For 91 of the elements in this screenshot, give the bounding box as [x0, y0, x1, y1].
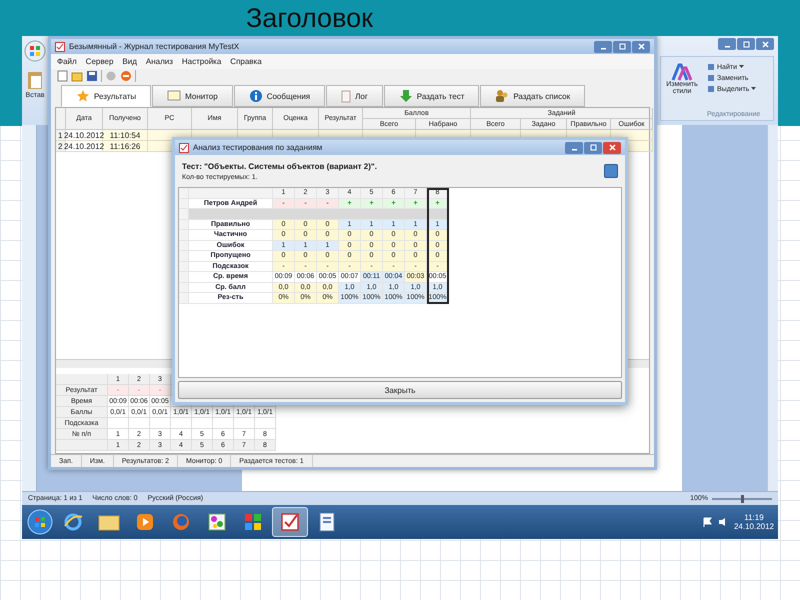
folder-icon [98, 513, 120, 531]
slide-title: Заголовок [246, 3, 373, 33]
maximize-button[interactable] [584, 142, 602, 154]
tab[interactable]: Лог [326, 85, 383, 107]
globe-icon [171, 512, 191, 532]
stop-icon[interactable] [120, 70, 132, 82]
caret-icon [751, 87, 756, 91]
close-icon [608, 144, 616, 151]
maximize-button[interactable] [613, 40, 631, 52]
menu-item[interactable]: Сервер [86, 57, 114, 66]
document-icon [318, 512, 336, 532]
window-title: Безымянный - Журнал тестирования MyTestX [69, 42, 240, 51]
row-marker[interactable] [179, 230, 189, 240]
close-icon [638, 43, 644, 50]
people-icon [495, 89, 510, 103]
close-icon [762, 40, 768, 48]
row-marker[interactable] [179, 293, 189, 304]
maximize-icon [742, 40, 750, 48]
monitor-icon [167, 90, 182, 102]
menu-item[interactable]: Анализ [146, 57, 173, 66]
dialog-title: Анализ тестирования по заданиям [193, 143, 324, 152]
square-icon [707, 63, 715, 71]
speaker-icon[interactable] [718, 517, 728, 527]
table-cell: 24.10.2012 [66, 141, 103, 152]
tab[interactable]: Сообщения [234, 85, 326, 107]
tab[interactable]: Монитор [152, 85, 233, 107]
scrollbar[interactable] [767, 125, 778, 491]
row-marker[interactable] [179, 262, 189, 272]
app-icon [179, 142, 189, 152]
down-arrow-icon [398, 89, 413, 103]
table-cell [56, 440, 108, 451]
test-name: Тест: "Объекты. Системы объектов (вариант 2)". [182, 162, 378, 170]
table-cell: 11:16:26 [103, 141, 148, 152]
palette-icon [207, 512, 227, 532]
play-icon [135, 512, 155, 532]
clock[interactable]: 11:19 24.10.2012 [734, 513, 774, 531]
star-icon [76, 89, 90, 103]
tab[interactable]: Раздать список [480, 85, 586, 107]
caret-icon [738, 65, 744, 69]
close-button[interactable] [756, 38, 774, 50]
browser-icon [63, 512, 83, 532]
flag-icon[interactable] [702, 517, 712, 527]
table-cell [192, 418, 213, 429]
row-marker[interactable] [179, 240, 189, 251]
taskbar-button[interactable] [272, 507, 308, 537]
square-icon [707, 74, 715, 82]
minimize-button[interactable] [565, 142, 583, 154]
table-cell: 24.10.2012 [66, 130, 103, 141]
close-button[interactable] [603, 142, 621, 154]
tiles-icon [243, 512, 263, 532]
tab[interactable]: Раздать тест [384, 85, 480, 107]
menu-item[interactable]: Справка [230, 57, 262, 66]
table-cell [108, 418, 129, 429]
slider-thumb[interactable] [741, 494, 744, 502]
export-button[interactable] [604, 164, 618, 178]
info-icon [248, 89, 263, 103]
maximize-icon [618, 43, 626, 50]
table-cell [150, 418, 171, 429]
row-marker[interactable] [179, 209, 189, 220]
tab[interactable]: Результаты [61, 85, 152, 107]
maximize-button[interactable] [737, 38, 755, 50]
clipboard-icon [26, 70, 43, 90]
minimize-button[interactable] [594, 40, 612, 52]
office-button[interactable] [24, 40, 46, 62]
row-marker[interactable] [179, 198, 189, 209]
menu-item[interactable]: Вид [122, 57, 137, 66]
row-marker[interactable] [179, 282, 189, 293]
start-button[interactable] [26, 508, 54, 536]
table-cell [171, 418, 192, 429]
menu-item[interactable]: Файл [57, 57, 77, 66]
table-cell [213, 418, 234, 429]
square-icon [707, 85, 715, 93]
checkmark-icon [280, 512, 300, 532]
new-file-icon[interactable] [57, 70, 68, 82]
close-button[interactable]: Закрыть [178, 381, 622, 399]
maximize-icon [590, 144, 596, 151]
save-icon[interactable] [86, 70, 98, 82]
table-cell [234, 418, 255, 429]
row-marker[interactable] [179, 220, 189, 230]
table-cell [129, 418, 150, 429]
table-cell [255, 418, 276, 429]
minimize-button[interactable] [718, 38, 736, 50]
page-icon [341, 90, 352, 102]
row-marker[interactable] [179, 251, 189, 262]
row-marker[interactable] [179, 272, 189, 282]
menu-item[interactable]: Настройка [182, 57, 222, 66]
close-button[interactable] [632, 40, 650, 52]
folder-icon[interactable] [71, 70, 83, 82]
table-cell [56, 374, 108, 385]
app-icon [55, 42, 65, 52]
letters-icon [671, 63, 693, 81]
